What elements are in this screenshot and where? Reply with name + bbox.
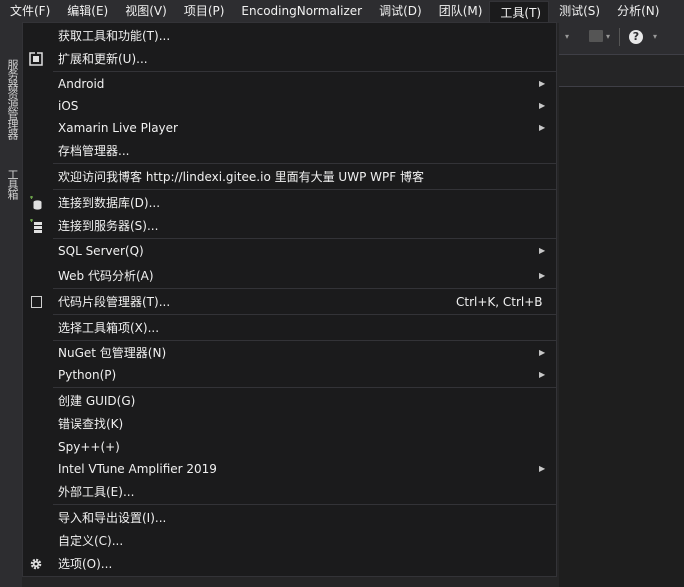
menu-item-label: 代码片段管理器(T)... (58, 295, 171, 309)
extensions-icon (29, 52, 43, 66)
help-icon[interactable]: ? (629, 30, 643, 44)
dropdown-arrow-icon[interactable]: ▾ (653, 32, 657, 41)
menu-item-label: Python(P) (58, 368, 117, 382)
tab-toolbox[interactable]: 工具箱 (6, 169, 20, 199)
menu-item-label: iOS (58, 99, 79, 113)
menu-item-nuget[interactable]: NuGet 包管理器(N) ▶ (23, 342, 556, 364)
menu-item-connect-server[interactable]: 连接到服务器(S)... (23, 215, 556, 237)
menu-item-connect-database[interactable]: 连接到数据库(D)... (23, 192, 556, 214)
menu-item-web-code-analysis[interactable]: Web 代码分析(A) ▶ (23, 265, 556, 287)
menu-encoding-normalizer[interactable]: EncodingNormalizer (231, 0, 369, 23)
menu-item-label: Web 代码分析(A) (58, 269, 154, 283)
menu-item-get-tools[interactable]: 获取工具和功能(T)... (23, 25, 556, 47)
menu-item-sql-server[interactable]: SQL Server(Q) ▶ (23, 240, 556, 262)
submenu-arrow-icon: ▶ (539, 79, 546, 88)
editor-area (559, 55, 684, 587)
submenu-arrow-icon: ▶ (539, 271, 546, 280)
menu-item-snippets-manager[interactable]: 代码片段管理器(T)... Ctrl+K, Ctrl+B (23, 291, 556, 313)
menu-item-label: SQL Server(Q) (58, 244, 144, 258)
menu-debug[interactable]: 调试(D) (369, 0, 429, 23)
menu-item-error-lookup[interactable]: 错误查找(K) (23, 413, 556, 435)
menu-separator (53, 238, 556, 239)
menu-item-import-export[interactable]: 导入和导出设置(I)... (23, 507, 556, 529)
menu-item-spy[interactable]: Spy++(+) (23, 436, 556, 458)
menu-item-label: 错误查找(K) (58, 417, 124, 431)
submenu-arrow-icon: ▶ (539, 370, 546, 379)
menu-item-xamarin-live-player[interactable]: Xamarin Live Player ▶ (23, 117, 556, 139)
menu-item-external-tools[interactable]: 外部工具(E)... (23, 481, 556, 503)
menu-analyze[interactable]: 分析(N) (607, 0, 666, 23)
menu-bar: 文件(F) 编辑(E) 视图(V) 项目(P) EncodingNormaliz… (0, 0, 684, 24)
document-tab-strip (559, 55, 684, 87)
menu-item-label: 选择工具箱项(X)... (58, 321, 160, 335)
tab-server-explorer[interactable]: 服务器资源管理器 (6, 59, 20, 139)
menu-item-label: NuGet 包管理器(N) (58, 346, 167, 360)
menu-item-android[interactable]: Android ▶ (23, 73, 556, 95)
menu-item-python[interactable]: Python(P) ▶ (23, 364, 556, 386)
menu-item-label: 选项(O)... (58, 557, 113, 571)
menu-item-label: Intel VTune Amplifier 2019 (58, 462, 217, 476)
menu-item-label: 欢迎访问我博客 http://lindexi.gitee.io 里面有大量 UW… (58, 170, 424, 184)
toolbar: ▾ ▾ ? ▾ (559, 23, 684, 53)
menu-separator (53, 288, 556, 289)
menu-item-blog[interactable]: 欢迎访问我博客 http://lindexi.gitee.io 里面有大量 UW… (23, 166, 556, 188)
menu-tools[interactable]: 工具(T) (489, 0, 550, 24)
menu-project[interactable]: 项目(P) (174, 0, 232, 23)
menu-item-label: 连接到服务器(S)... (58, 219, 159, 233)
menu-item-customize[interactable]: 自定义(C)... (23, 530, 556, 552)
menu-file[interactable]: 文件(F) (0, 0, 57, 23)
menu-item-intel-vtune[interactable]: Intel VTune Amplifier 2019 ▶ (23, 458, 556, 480)
submenu-arrow-icon: ▶ (539, 246, 546, 255)
separator-icon (619, 28, 620, 46)
menu-item-label: 获取工具和功能(T)... (58, 29, 171, 43)
submenu-arrow-icon: ▶ (539, 348, 546, 357)
menu-item-label: 存档管理器... (58, 144, 130, 158)
left-tool-window-strip: 服务器资源管理器 工具箱 (0, 23, 22, 587)
menu-item-label: 连接到数据库(D)... (58, 196, 161, 210)
device-icon[interactable] (589, 30, 603, 42)
menu-separator (53, 189, 556, 190)
menu-item-label: Xamarin Live Player (58, 121, 178, 135)
menu-item-label: Android (58, 77, 105, 91)
menu-separator (53, 504, 556, 505)
database-connect-icon (30, 196, 42, 210)
menu-item-label: 扩展和更新(U)... (58, 52, 148, 66)
menu-separator (53, 340, 556, 341)
menu-item-options[interactable]: 选项(O)... (23, 553, 556, 575)
submenu-arrow-icon: ▶ (539, 464, 546, 473)
menu-item-create-guid[interactable]: 创建 GUID(G) (23, 390, 556, 412)
menu-item-extensions[interactable]: 扩展和更新(U)... (23, 48, 556, 70)
gear-icon (30, 558, 42, 570)
menu-item-label: Spy++(+) (58, 440, 120, 454)
menu-item-ios[interactable]: iOS ▶ (23, 95, 556, 117)
menu-separator (53, 71, 556, 72)
submenu-arrow-icon: ▶ (539, 123, 546, 132)
checkbox-icon (31, 296, 42, 308)
menu-team[interactable]: 团队(M) (429, 0, 490, 23)
menu-item-label: 自定义(C)... (58, 534, 124, 548)
shortcut-text: Ctrl+K, Ctrl+B (456, 295, 543, 309)
menu-item-label: 外部工具(E)... (58, 485, 135, 499)
menu-item-label: 导入和导出设置(I)... (58, 511, 167, 525)
submenu-arrow-icon: ▶ (539, 101, 546, 110)
menu-separator (53, 314, 556, 315)
menu-separator (53, 387, 556, 388)
menu-separator (53, 163, 556, 164)
dropdown-arrow-icon[interactable]: ▾ (565, 32, 569, 41)
menu-edit[interactable]: 编辑(E) (57, 0, 115, 23)
server-connect-icon (30, 219, 42, 233)
menu-item-label: 创建 GUID(G) (58, 394, 136, 408)
menu-test[interactable]: 测试(S) (549, 0, 607, 23)
dropdown-arrow-icon[interactable]: ▾ (606, 32, 610, 41)
menu-view[interactable]: 视图(V) (115, 0, 174, 23)
menu-item-choose-toolbox[interactable]: 选择工具箱项(X)... (23, 317, 556, 339)
tools-dropdown-menu: 获取工具和功能(T)... 扩展和更新(U)... Android ▶ iOS … (22, 22, 557, 577)
menu-item-archive-manager[interactable]: 存档管理器... (23, 140, 556, 162)
